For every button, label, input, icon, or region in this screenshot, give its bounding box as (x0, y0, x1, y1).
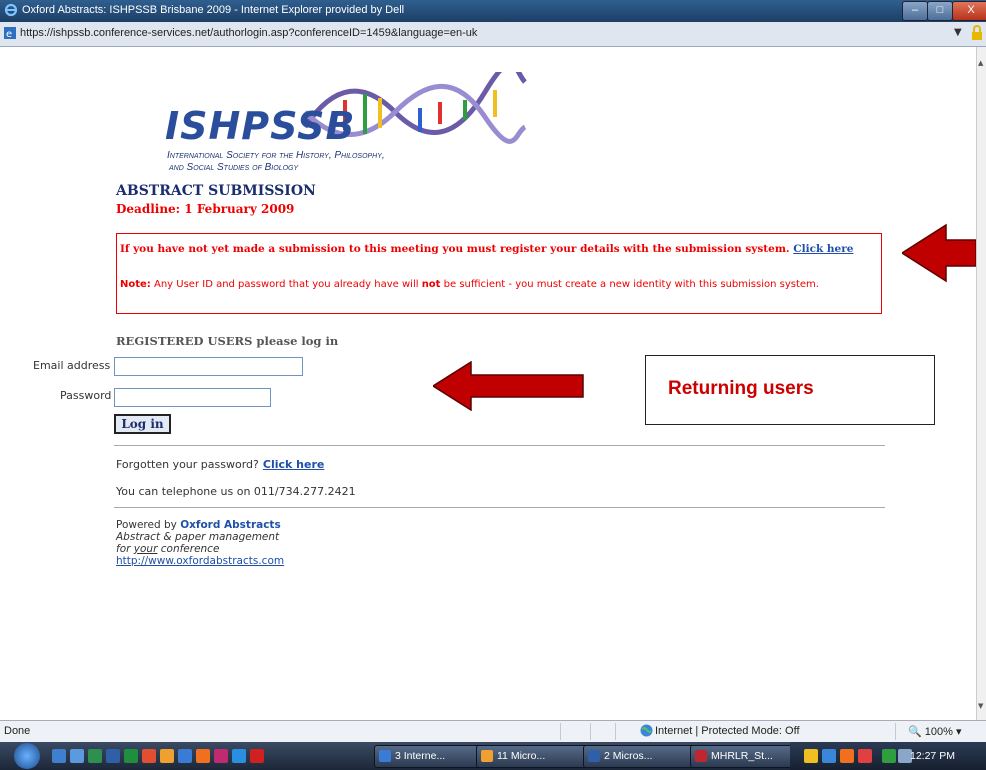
task-icon (695, 750, 707, 762)
globe-icon (640, 724, 653, 737)
clock[interactable]: 12:27 PM (910, 750, 955, 762)
scroll-up-icon[interactable]: ▲ (978, 59, 983, 67)
task-icon (481, 750, 493, 762)
quicklaunch-icon[interactable] (106, 749, 120, 763)
scroll-down-icon[interactable]: ▼ (978, 702, 983, 710)
internet-explorer-icon (4, 3, 18, 17)
logo-subtitle-line2: and Social Studies of Biology (169, 162, 299, 173)
quicklaunch-icon[interactable] (88, 749, 102, 763)
svg-text:e: e (6, 29, 12, 39)
window-title: Oxford Abstracts: ISHPSSB Brisbane 2009 … (22, 4, 405, 16)
tray-icon[interactable] (840, 749, 854, 763)
note-emphasis: not (421, 279, 441, 290)
network-icon[interactable] (882, 749, 896, 763)
status-bar: Done Internet | Protected Mode: Off 🔍 10… (0, 720, 986, 743)
forgot-password-link[interactable]: Click here (263, 458, 324, 471)
quicklaunch-icon[interactable] (250, 749, 264, 763)
tray-icon[interactable] (858, 749, 872, 763)
forgot-password-row: Forgotten your password? Click here (116, 458, 324, 471)
email-input[interactable] (114, 357, 303, 376)
security-zone[interactable]: Internet | Protected Mode: Off (655, 725, 800, 737)
phone-text: You can telephone us on 011/734.277.2421 (116, 485, 356, 498)
status-separator (590, 723, 591, 740)
logo-subtitle: International Society for the History, P… (167, 150, 385, 174)
red-arrow-icon (433, 361, 584, 411)
quicklaunch-icon[interactable] (232, 749, 246, 763)
vertical-scrollbar[interactable]: ▲ ▼ (976, 47, 986, 720)
registration-notice: If you have not yet made a submission to… (116, 233, 882, 314)
powered-by-label: Powered by (116, 519, 177, 531)
zoom-level[interactable]: 🔍 100% ▾ (908, 725, 961, 738)
divider (114, 507, 885, 508)
tagline-1: Abstract & paper management (116, 531, 280, 543)
taskbar-button[interactable]: 11 Micro... (476, 745, 598, 768)
status-separator (895, 723, 896, 740)
task-icon (588, 750, 600, 762)
status-text: Done (4, 725, 31, 737)
password-label: Password (60, 389, 112, 402)
powered-by-block: Powered by Oxford Abstracts Abstract & p… (116, 519, 284, 567)
returning-users-label: Returning users (668, 378, 814, 399)
red-arrow-icon (902, 223, 976, 283)
returning-users-callout: Returning users (645, 355, 935, 425)
window-title-bar: Oxford Abstracts: ISHPSSB Brisbane 2009 … (0, 0, 986, 22)
quicklaunch-icon[interactable] (52, 749, 66, 763)
address-url[interactable]: https://ishpssb.conference-services.net/… (20, 27, 477, 39)
system-tray (790, 742, 986, 770)
page-title: ABSTRACT SUBMISSION (116, 183, 316, 199)
start-button[interactable] (14, 743, 40, 769)
close-button[interactable]: X (952, 1, 986, 21)
task-icon (379, 750, 391, 762)
lock-icon[interactable] (970, 25, 984, 41)
quicklaunch-icon[interactable] (214, 749, 228, 763)
quicklaunch-icon[interactable] (196, 749, 210, 763)
taskbar-button[interactable]: 3 Interne... (374, 745, 491, 768)
notice-message: If you have not yet made a submission to… (120, 243, 880, 255)
tagline-2: for your conference (116, 543, 220, 555)
quicklaunch-icon[interactable] (124, 749, 138, 763)
tray-icon[interactable] (804, 749, 818, 763)
quicklaunch-icon[interactable] (70, 749, 84, 763)
logo-wordmark: ISHPSSB (165, 104, 356, 148)
status-separator (615, 723, 616, 740)
tray-icon[interactable] (822, 749, 836, 763)
email-label: Email address (33, 359, 111, 372)
deadline-text: Deadline: 1 February 2009 (116, 202, 295, 216)
quicklaunch-icon[interactable] (178, 749, 192, 763)
logo-subtitle-line1: International Society for the History, P… (167, 150, 385, 161)
login-button[interactable]: Log in (114, 414, 171, 434)
notice-note: Note: Any User ID and password that you … (120, 279, 870, 291)
login-heading: REGISTERED USERS please log in (116, 334, 339, 348)
password-input[interactable] (114, 388, 271, 407)
brand-name: Oxford Abstracts (180, 519, 281, 531)
note-label: Note: (120, 279, 151, 290)
note-text-1: Any User ID and password that you alread… (150, 279, 422, 290)
forgot-password-text: Forgotten your password? (116, 458, 259, 471)
minimize-button[interactable]: – (902, 1, 928, 21)
website-link[interactable]: http://www.oxfordabstracts.com (116, 555, 284, 567)
taskbar-button[interactable]: 2 Micros... (583, 745, 705, 768)
status-separator (560, 723, 561, 740)
address-bar[interactable]: e https://ishpssb.conference-services.ne… (0, 22, 986, 47)
page-icon: e (4, 27, 16, 39)
register-link[interactable]: Click here (793, 243, 853, 255)
page-content: ISHPSSB International Society for the Hi… (0, 47, 976, 720)
maximize-button[interactable]: □ (927, 1, 953, 21)
note-text-2: be sufficient - you must create a new id… (440, 279, 819, 290)
quicklaunch-icon[interactable] (160, 749, 174, 763)
quicklaunch-icon[interactable] (142, 749, 156, 763)
notice-text: If you have not yet made a submission to… (120, 243, 790, 255)
address-dropdown-icon[interactable]: ▼ (954, 27, 962, 38)
divider (114, 445, 885, 446)
taskbar: 3 Interne... 11 Micro... 2 Micros... MHR… (0, 742, 986, 770)
